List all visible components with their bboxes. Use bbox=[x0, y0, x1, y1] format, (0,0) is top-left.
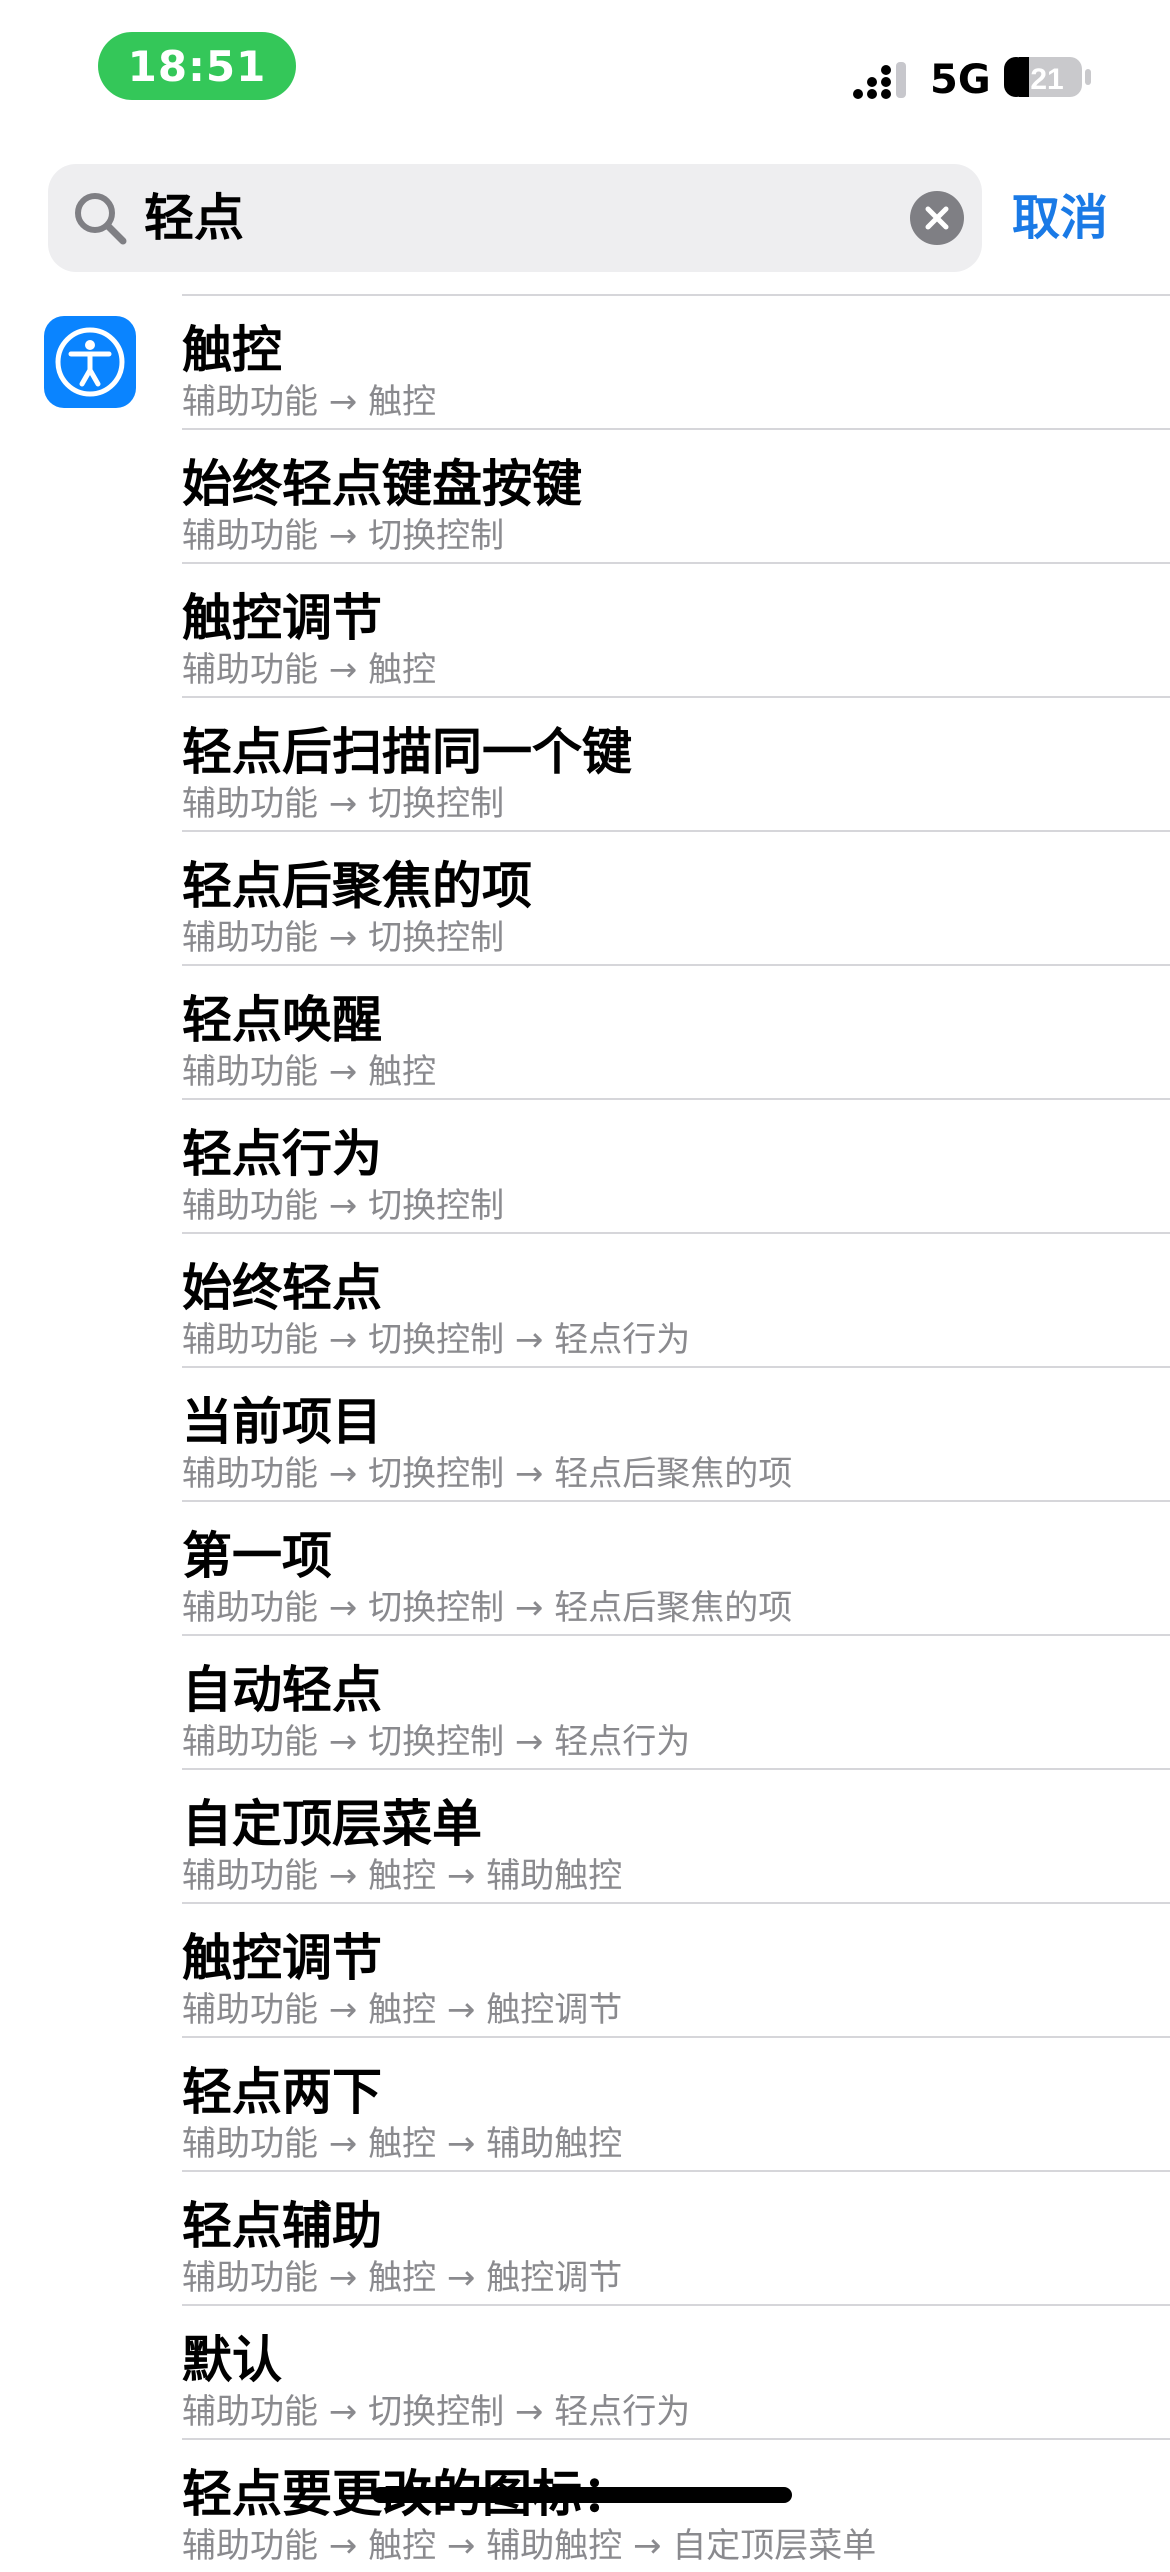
result-row[interactable]: 始终轻点键盘按键 辅助功能 → 切换控制 bbox=[182, 428, 1170, 562]
result-path: 辅助功能 → 切换控制 → 轻点后聚焦的项 bbox=[182, 1454, 793, 1494]
result-path: 辅助功能 → 切换控制 bbox=[182, 784, 505, 824]
result-title: 始终轻点键盘按键 bbox=[182, 455, 582, 513]
result-title: 触控 bbox=[182, 321, 282, 379]
status-time: 18:51 bbox=[98, 32, 296, 100]
result-path: 辅助功能 → 触控 → 触控调节 bbox=[182, 2258, 623, 2298]
result-path: 辅助功能 → 切换控制 bbox=[182, 1186, 505, 1226]
result-row[interactable]: 自动轻点 辅助功能 → 切换控制 → 轻点行为 bbox=[182, 1634, 1170, 1768]
result-row[interactable]: 第一项 辅助功能 → 切换控制 → 轻点后聚焦的项 bbox=[182, 1500, 1170, 1634]
result-path: 辅助功能 → 切换控制 → 轻点行为 bbox=[182, 1722, 691, 1762]
result-row[interactable]: 轻点唤醒 辅助功能 → 触控 bbox=[182, 964, 1170, 1098]
result-row[interactable]: 轻点要更改的图标：辅助功能 → 触控 → 辅助触控 → 自定顶层菜单 bbox=[182, 2438, 1170, 2572]
result-title: 轻点辅助 bbox=[182, 2197, 382, 2255]
result-title: 自动轻点 bbox=[182, 1661, 382, 1719]
battery-level: 21 bbox=[1030, 63, 1063, 96]
result-title: 轻点后扫描同一个键 bbox=[182, 723, 632, 781]
result-path: 辅助功能 → 切换控制 → 轻点行为 bbox=[182, 1320, 691, 1360]
search-input[interactable]: 轻点 bbox=[144, 164, 244, 272]
result-title: 始终轻点 bbox=[182, 1259, 382, 1317]
clear-search-button[interactable] bbox=[910, 191, 964, 245]
result-row[interactable]: 当前项目 辅助功能 → 切换控制 → 轻点后聚焦的项 bbox=[182, 1366, 1170, 1500]
result-path: 辅助功能 → 触控 → 触控调节 bbox=[182, 1990, 623, 2030]
search-field[interactable]: 轻点 bbox=[48, 164, 982, 272]
result-title: 轻点两下 bbox=[182, 2063, 382, 2121]
result-title: 第一项 bbox=[182, 1527, 332, 1585]
result-row[interactable]: 轻点辅助 辅助功能 → 触控 → 触控调节 bbox=[182, 2170, 1170, 2304]
result-path: 辅助功能 → 触控 bbox=[182, 1052, 437, 1092]
result-row[interactable]: 自定顶层菜单 辅助功能 → 触控 → 辅助触控 bbox=[182, 1768, 1170, 1902]
result-path: 辅助功能 → 触控 → 辅助触控 → 自定顶层菜单 bbox=[182, 2526, 877, 2566]
result-path: 辅助功能 → 触控 → 辅助触控 bbox=[182, 2124, 623, 2164]
network-type: 5G bbox=[930, 57, 991, 103]
result-row[interactable]: 轻点行为 辅助功能 → 切换控制 bbox=[182, 1098, 1170, 1232]
result-row[interactable]: 始终轻点 辅助功能 → 切换控制 → 轻点行为 bbox=[182, 1232, 1170, 1366]
battery-icon: 21 bbox=[1004, 57, 1091, 97]
result-row[interactable]: 轻点后聚焦的项 辅助功能 → 切换控制 bbox=[182, 830, 1170, 964]
result-row[interactable]: 触控调节 辅助功能 → 触控 bbox=[182, 562, 1170, 696]
result-row[interactable]: 触控 辅助功能 → 触控 bbox=[182, 294, 1170, 428]
result-title: 轻点后聚焦的项 bbox=[182, 857, 532, 915]
cancel-button[interactable]: 取消 bbox=[1012, 164, 1108, 272]
result-title: 自定顶层菜单 bbox=[182, 1795, 482, 1853]
result-row[interactable]: 触控调节 辅助功能 → 触控 → 触控调节 bbox=[182, 1902, 1170, 2036]
result-path: 辅助功能 → 触控 → 辅助触控 bbox=[182, 1856, 623, 1896]
result-title: 默认 bbox=[182, 2331, 282, 2389]
status-bar: 18:51 5G 21 bbox=[0, 0, 1170, 150]
result-path: 辅助功能 → 切换控制 bbox=[182, 918, 505, 958]
result-title: 触控调节 bbox=[182, 589, 382, 647]
result-row[interactable]: 默认 辅助功能 → 切换控制 → 轻点行为 bbox=[182, 2304, 1170, 2438]
search-icon bbox=[75, 193, 127, 245]
result-row[interactable]: 轻点后扫描同一个键 辅助功能 → 切换控制 bbox=[182, 696, 1170, 830]
result-path: 辅助功能 → 切换控制 bbox=[182, 516, 505, 556]
result-row[interactable]: 轻点两下 辅助功能 → 触控 → 辅助触控 bbox=[182, 2036, 1170, 2170]
result-path: 辅助功能 → 触控 bbox=[182, 382, 437, 422]
result-title: 当前项目 bbox=[182, 1393, 382, 1451]
result-title: 触控调节 bbox=[182, 1929, 382, 1987]
home-indicator[interactable] bbox=[372, 2487, 792, 2503]
result-title: 轻点唤醒 bbox=[182, 991, 382, 1049]
result-path: 辅助功能 → 切换控制 → 轻点行为 bbox=[182, 2392, 691, 2432]
result-title: 轻点行为 bbox=[182, 1125, 382, 1183]
signal-icon bbox=[853, 62, 906, 99]
result-path: 辅助功能 → 切换控制 → 轻点后聚焦的项 bbox=[182, 1588, 793, 1628]
clear-icon bbox=[925, 206, 949, 230]
search-results-list: 触控 辅助功能 → 触控 始终轻点键盘按键 辅助功能 → 切换控制 触控调节 辅助功能 →… bbox=[0, 294, 1170, 2572]
result-path: 辅助功能 → 触控 bbox=[182, 650, 437, 690]
